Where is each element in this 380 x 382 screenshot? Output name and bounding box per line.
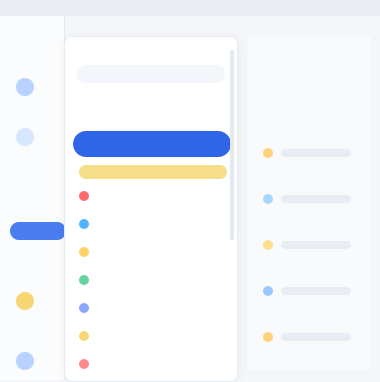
dot-icon bbox=[79, 191, 89, 201]
nav-circle-icon-4[interactable] bbox=[16, 352, 34, 370]
nav-circle-icon-1[interactable] bbox=[16, 78, 34, 96]
dot-icon bbox=[79, 219, 89, 229]
placeholder-line bbox=[281, 149, 351, 157]
menu-search-input[interactable] bbox=[77, 65, 225, 83]
dot-icon bbox=[79, 247, 89, 257]
top-bar bbox=[0, 0, 380, 16]
nav-selected-pill[interactable] bbox=[10, 222, 66, 240]
nav-circle-icon-3[interactable] bbox=[16, 292, 34, 310]
menu-item[interactable] bbox=[73, 355, 229, 373]
dot-icon bbox=[263, 332, 273, 342]
dot-icon bbox=[79, 303, 89, 313]
placeholder-line bbox=[281, 241, 351, 249]
placeholder-line bbox=[281, 195, 351, 203]
dot-icon bbox=[79, 331, 89, 341]
dot-icon bbox=[79, 275, 89, 285]
right-panel bbox=[246, 36, 371, 370]
nav-circle-icon-2[interactable] bbox=[16, 128, 34, 146]
dot-icon bbox=[263, 194, 273, 204]
dropdown-menu bbox=[64, 36, 238, 382]
menu-selected-item[interactable] bbox=[73, 131, 231, 157]
dot-icon bbox=[263, 240, 273, 250]
menu-highlighted-item[interactable] bbox=[79, 165, 227, 179]
menu-item[interactable] bbox=[73, 327, 229, 345]
dot-icon bbox=[79, 359, 89, 369]
left-navigation bbox=[0, 16, 66, 380]
dot-icon bbox=[263, 148, 273, 158]
menu-scrollbar[interactable] bbox=[230, 50, 234, 240]
placeholder-line bbox=[281, 287, 351, 295]
menu-item[interactable] bbox=[73, 243, 229, 261]
menu-item[interactable] bbox=[73, 271, 229, 289]
menu-item[interactable] bbox=[73, 299, 229, 317]
dot-icon bbox=[263, 286, 273, 296]
menu-item[interactable] bbox=[73, 215, 229, 233]
placeholder-line bbox=[281, 333, 351, 341]
menu-item[interactable] bbox=[73, 187, 229, 205]
